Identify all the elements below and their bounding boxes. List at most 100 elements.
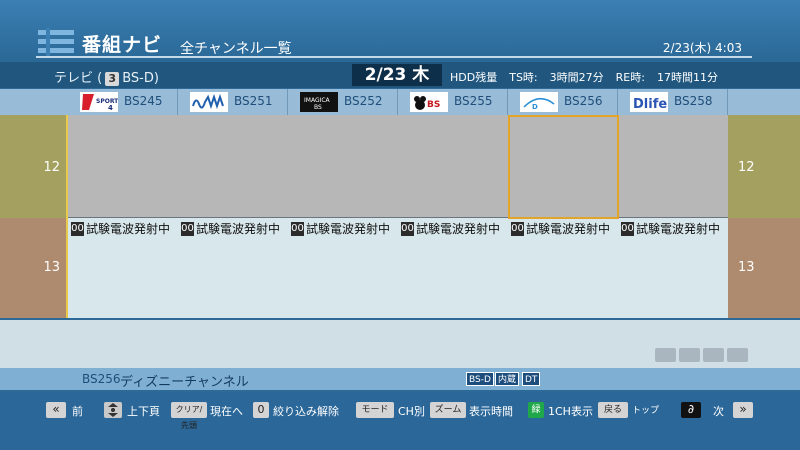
app-title: 番組ナビ: [82, 34, 163, 56]
no-program-cell[interactable]: [178, 115, 288, 218]
channel-header-bs252[interactable]: IMAGICA BS BS252: [288, 89, 398, 115]
no-program-cell-selected[interactable]: [508, 115, 618, 218]
channel-header-bs251[interactable]: BS251: [178, 89, 288, 115]
sports4-logo-icon: SPORTS4: [80, 92, 123, 112]
selected-channel-name: ディズニーチャンネル: [120, 375, 249, 390]
no-program-cell[interactable]: [398, 115, 508, 218]
title-divider: [36, 56, 752, 58]
program-cell[interactable]: 00 試験電波発射中: [618, 218, 728, 318]
tv-label: テレビ (: [54, 71, 103, 86]
view-title: 全チャンネル一覧: [180, 41, 292, 57]
green-button[interactable]: 緑: [528, 402, 544, 418]
ts-label: TS時:: [509, 71, 538, 84]
hour-label: 13: [738, 260, 755, 275]
svg-text:BS: BS: [427, 100, 440, 110]
program-cell[interactable]: 00 試験電波発射中: [68, 218, 178, 318]
imagica-logo-icon: IMAGICA BS: [300, 92, 338, 112]
display-time-label: 表示時間: [469, 405, 513, 418]
program-title: 試験電波発射中: [526, 222, 611, 236]
program-cell[interactable]: 00 試験電波発射中: [508, 218, 618, 318]
tag-bs-d: BS-D: [466, 372, 494, 386]
next-arrow-icon[interactable]: »: [733, 402, 753, 418]
channel-column-bs255: 00 試験電波発射中: [398, 115, 508, 318]
bs251-logo-icon: [190, 92, 228, 112]
dlife-logo-icon: Dlife: [630, 92, 668, 112]
channel-column-bs258: 00 試験電波発射中: [618, 115, 728, 318]
channel-number: BS251: [234, 94, 273, 108]
no-program-cell[interactable]: [288, 115, 398, 218]
svg-text:D: D: [532, 103, 538, 111]
program-grid: 12 13 00 試験電波発射中 00 試験電波発射中 00 試験電波発射中 0…: [0, 115, 800, 318]
svg-text:4: 4: [108, 104, 113, 112]
svg-text:SPORTS: SPORTS: [96, 98, 118, 105]
channel-column-bs245: 00 試験電波発射中: [68, 115, 178, 318]
hdd-label: HDD残量: [450, 71, 498, 84]
bs255-logo-icon: BS: [410, 92, 448, 112]
no-program-cell[interactable]: [68, 115, 178, 218]
no-program-cell[interactable]: [618, 115, 728, 218]
hdd-remaining: HDD残量 TS時: 3時間27分 RE時: 17時間11分: [450, 69, 718, 85]
channel-header-bs255[interactable]: BS BS255: [398, 89, 508, 115]
svg-text:Dlife: Dlife: [633, 97, 667, 112]
channel-number: BS245: [124, 94, 163, 108]
program-cell[interactable]: 00 試験電波発射中: [288, 218, 398, 318]
channel-header-bs256[interactable]: D BS256: [508, 89, 618, 115]
current-datetime: 2/23(木) 4:03: [662, 41, 742, 55]
program-start-minute: 00: [621, 222, 634, 236]
footer-help-bar: « 前 上下頁 クリア/先頭 現在へ 0 絞り込み解除 モード CH別 ズーム …: [0, 392, 800, 450]
info-bar: テレビ (3 BS-D) 2/23 木 HDD残量 TS時: 3時間27分 RE時…: [0, 62, 800, 88]
channel-number: BS258: [674, 94, 713, 108]
zoom-button[interactable]: ズーム: [430, 402, 466, 418]
page-updown-icon[interactable]: [104, 402, 122, 418]
prev-arrow-icon[interactable]: «: [46, 402, 66, 418]
program-title: 試験電波発射中: [86, 222, 171, 236]
hour-13-right: 13: [728, 218, 800, 318]
clear-button[interactable]: クリア/先頭: [171, 402, 207, 430]
program-start-minute: 00: [401, 222, 414, 236]
back-button[interactable]: 戻る: [598, 402, 628, 418]
hour-label: 12: [43, 160, 60, 175]
channel-header-row: SPORTS4 BS245 BS251 IMAGICABS BS252 BS B…: [0, 89, 800, 115]
re-label: RE時:: [615, 71, 645, 84]
program-title: 試験電波発射中: [636, 222, 721, 236]
hour-label: 13: [43, 260, 60, 275]
channel-number: BS252: [344, 94, 383, 108]
hour-label: 12: [738, 160, 755, 175]
ch-label: CH別: [398, 405, 425, 418]
program-start-minute: 00: [511, 222, 524, 236]
hour-13-left: 13: [0, 218, 66, 318]
selected-channel-number: BS256: [82, 372, 121, 386]
channel-number: BS256: [564, 94, 603, 108]
hour-12-right: 12: [728, 115, 800, 218]
tag-dt: DT: [522, 372, 541, 386]
re-value: 17時間11分: [656, 71, 718, 84]
program-title: 試験電波発射中: [306, 222, 391, 236]
mode-button[interactable]: モード: [356, 402, 394, 418]
channel-header-bs258[interactable]: Dlife BS258: [618, 89, 728, 115]
zero-button[interactable]: 0: [253, 402, 269, 418]
program-start-minute: 00: [71, 222, 84, 236]
filter-clear-label: 絞り込み解除: [273, 405, 339, 418]
next-label: 次: [713, 405, 724, 418]
tv-number-badge: 3: [105, 72, 120, 86]
svg-text:BS: BS: [314, 104, 322, 111]
channel-header-bs245[interactable]: SPORTS4 BS245: [68, 89, 178, 115]
program-start-minute: 00: [181, 222, 194, 236]
page-label: 上下頁: [127, 405, 160, 418]
program-cell[interactable]: 00 試験電波発射中: [398, 218, 508, 318]
page-indicator: [703, 348, 724, 362]
page-indicator: [679, 348, 700, 362]
page-indicator: [655, 348, 676, 362]
channel-column-bs251: 00 試験電波発射中: [178, 115, 288, 318]
title-bar: 番組ナビ 全チャンネル一覧 2/23(木) 4:03: [0, 0, 800, 62]
hour-12-left: 12: [0, 115, 66, 218]
onech-label: 1CH表示: [548, 405, 593, 418]
guide-date: 2/23 木: [352, 64, 442, 86]
disney-logo-icon: D: [520, 92, 558, 112]
d-button-icon[interactable]: ∂: [681, 402, 701, 418]
broadcast-source: テレビ (3 BS-D): [54, 67, 159, 86]
program-title: 試験電波発射中: [196, 222, 281, 236]
program-cell[interactable]: 00 試験電波発射中: [178, 218, 288, 318]
now-label: 現在へ: [210, 405, 243, 418]
selected-channel-bar: BS256 ディズニーチャンネル BS-D 内蔵 DT: [0, 368, 800, 390]
